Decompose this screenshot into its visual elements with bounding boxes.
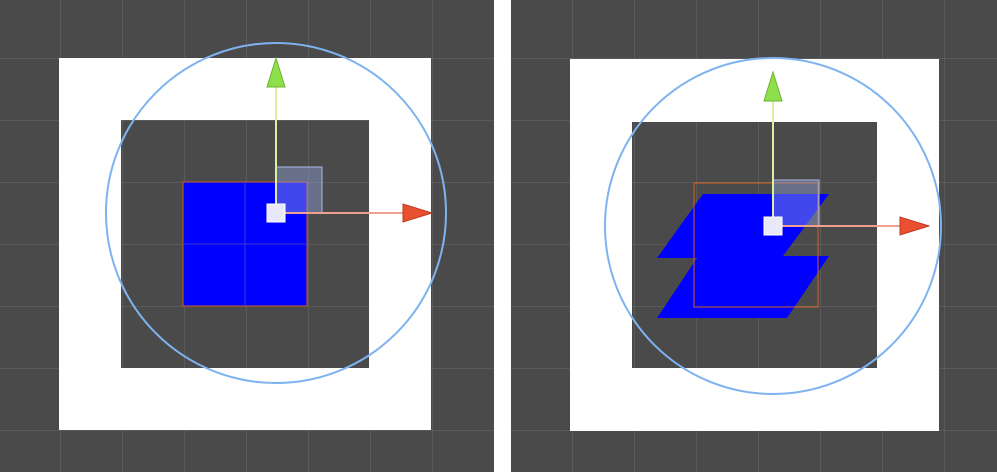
center-move-handle[interactable] [266,203,286,223]
scene-canvas-right[interactable] [511,0,997,472]
scene-canvas-left[interactable] [0,0,494,472]
panel-divider [494,0,511,472]
scene-view-right[interactable] [511,0,997,472]
scene-view-left[interactable] [0,0,494,472]
center-move-handle[interactable] [763,216,783,236]
